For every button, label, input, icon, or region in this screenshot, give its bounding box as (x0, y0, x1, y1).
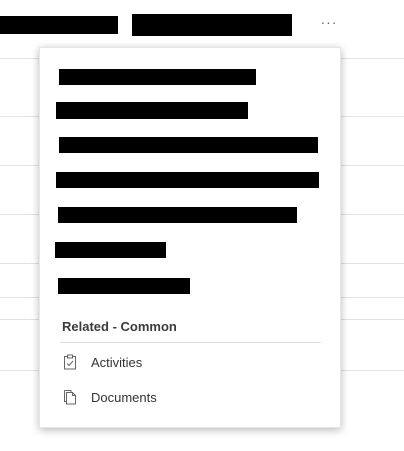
menu-item-activities[interactable]: Activities (40, 347, 340, 379)
redacted-header-text-2 (132, 14, 292, 36)
redacted-label (58, 278, 190, 294)
redacted-label (55, 242, 166, 258)
menu-item-redacted-7[interactable] (40, 270, 340, 302)
redacted-header-text-1 (0, 16, 118, 34)
redacted-label (59, 69, 256, 85)
more-options-button[interactable]: ··· (316, 12, 342, 32)
redacted-label (56, 102, 248, 119)
menu-item-redacted-2[interactable] (40, 95, 340, 127)
redacted-label (56, 172, 319, 188)
menu-item-label: Documents (91, 390, 157, 405)
documents-icon (62, 389, 78, 405)
menu-item-documents[interactable]: Documents (40, 382, 340, 414)
menu-item-redacted-3[interactable] (40, 129, 340, 161)
menu-item-redacted-1[interactable] (40, 61, 340, 93)
menu-item-redacted-4[interactable] (40, 164, 340, 196)
menu-item-redacted-5[interactable] (40, 199, 340, 231)
menu-item-label: Activities (91, 355, 143, 370)
clipboard-check-icon (62, 354, 78, 370)
section-divider (60, 342, 321, 343)
more-options-menu: Related - Common Activities Documents (39, 47, 341, 428)
redacted-label (59, 137, 318, 153)
redacted-label (58, 207, 297, 223)
menu-item-redacted-6[interactable] (40, 234, 340, 266)
related-common-header: Related - Common (62, 319, 177, 334)
